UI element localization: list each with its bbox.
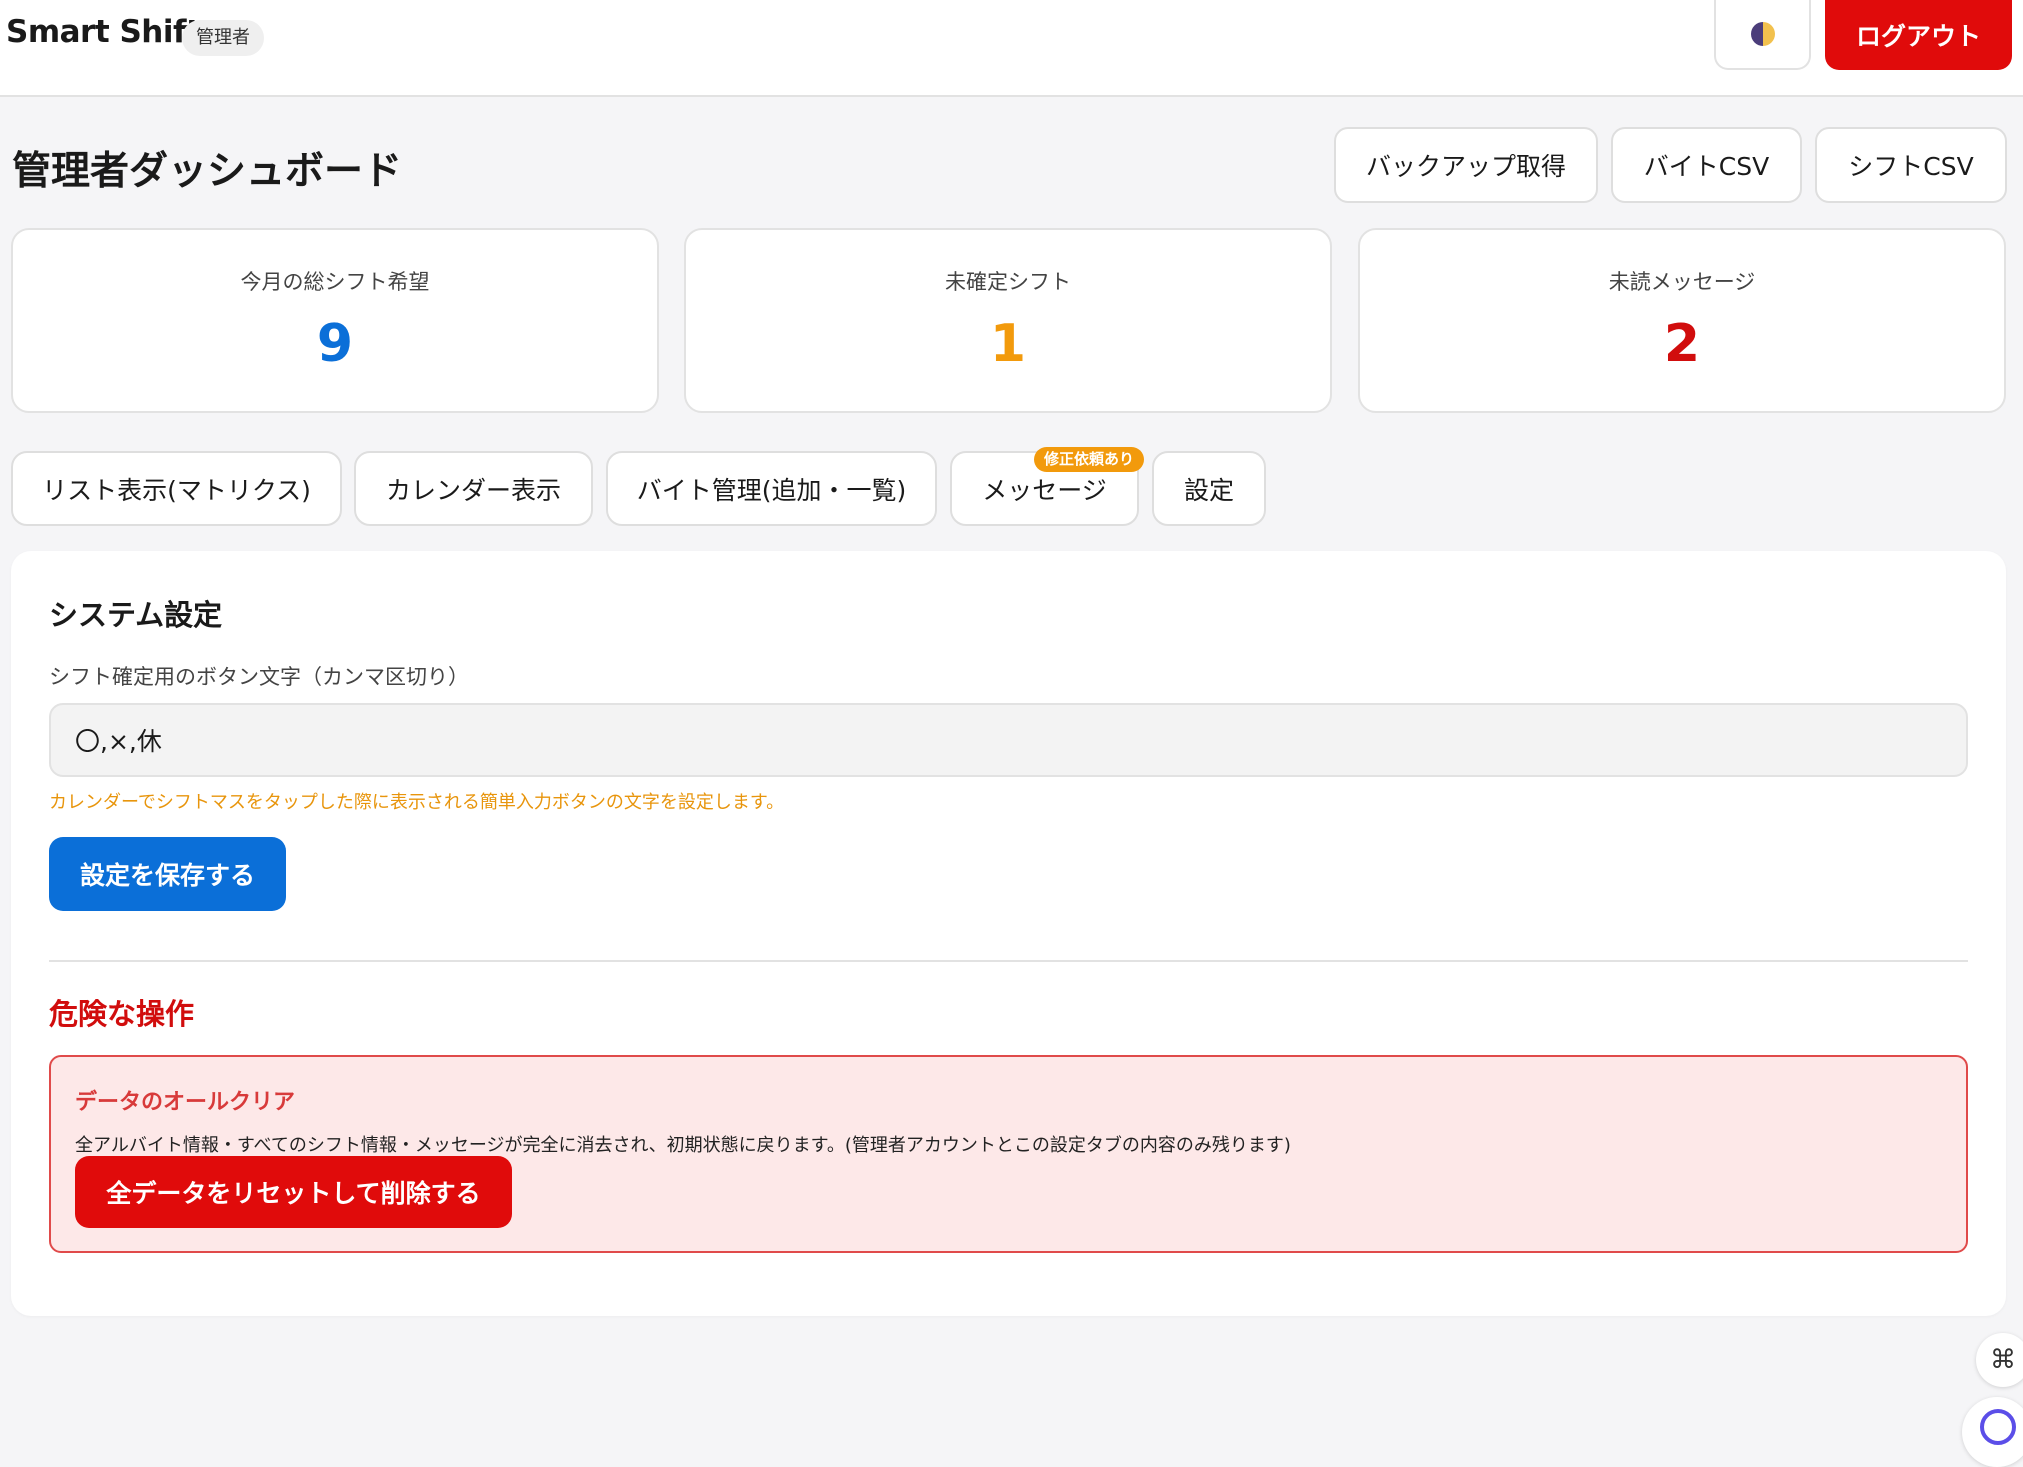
stat-label: 未確定シフト [945,270,1071,294]
role-badge: 管理者 [182,20,264,56]
stat-label: 未読メッセージ [1608,270,1756,294]
page-title: 管理者ダッシュボード [12,149,403,194]
theme-toggle-button[interactable] [1714,0,1811,70]
tab-calendar[interactable]: カレンダー表示 [354,451,593,526]
danger-zone-title: 危険な操作 [49,997,195,1031]
revision-request-badge: 修正依頼あり [1034,447,1145,472]
command-icon[interactable]: ⌘ [1976,1333,2023,1387]
system-settings-title: システム設定 [49,598,223,632]
assistant-ring-icon[interactable] [1962,1397,2023,1467]
backup-button[interactable]: バックアップ取得 [1334,127,1598,203]
app-header: Smart Shift 管理者 ログアウト [0,0,2023,97]
tab-staff-management[interactable]: バイト管理(追加・一覧) [606,451,937,526]
button-chars-hint: カレンダーでシフトマスをタップした際に表示される簡単入力ボタンの文字を設定します… [49,792,785,813]
stat-card-unconfirmed: 未確定シフト 1 [684,228,1332,413]
stat-value: 2 [1663,314,1701,374]
stat-card-unread-messages: 未読メッセージ 2 [1358,228,2006,413]
tab-list-matrix[interactable]: リスト表示(マトリクス) [11,451,342,526]
reset-all-data-button[interactable]: 全データをリセットして削除する [75,1156,512,1228]
stat-card-total-requests: 今月の総シフト希望 9 [11,228,659,413]
button-chars-label: シフト確定用のボタン文字（カンマ区切り） [49,665,469,689]
tab-settings[interactable]: 設定 [1152,451,1266,526]
stat-value: 1 [989,314,1027,374]
shift-csv-button[interactable]: シフトCSV [1815,127,2007,203]
save-settings-button[interactable]: 設定を保存する [49,837,286,911]
stat-label: 今月の総シフト希望 [240,270,430,294]
stat-value: 9 [316,314,354,374]
button-chars-input[interactable] [49,703,1968,777]
staff-csv-button[interactable]: バイトCSV [1611,127,1802,203]
data-clear-description: 全アルバイト情報・すべてのシフト情報・メッセージが完全に消去され、初期状態に戻り… [75,1135,1291,1156]
data-clear-title: データのオールクリア [75,1090,296,1115]
logout-button[interactable]: ログアウト [1825,0,2012,70]
section-divider [49,960,1968,962]
half-circle-theme-icon [1750,22,1775,46]
brand-title: Smart Shift [6,14,201,50]
